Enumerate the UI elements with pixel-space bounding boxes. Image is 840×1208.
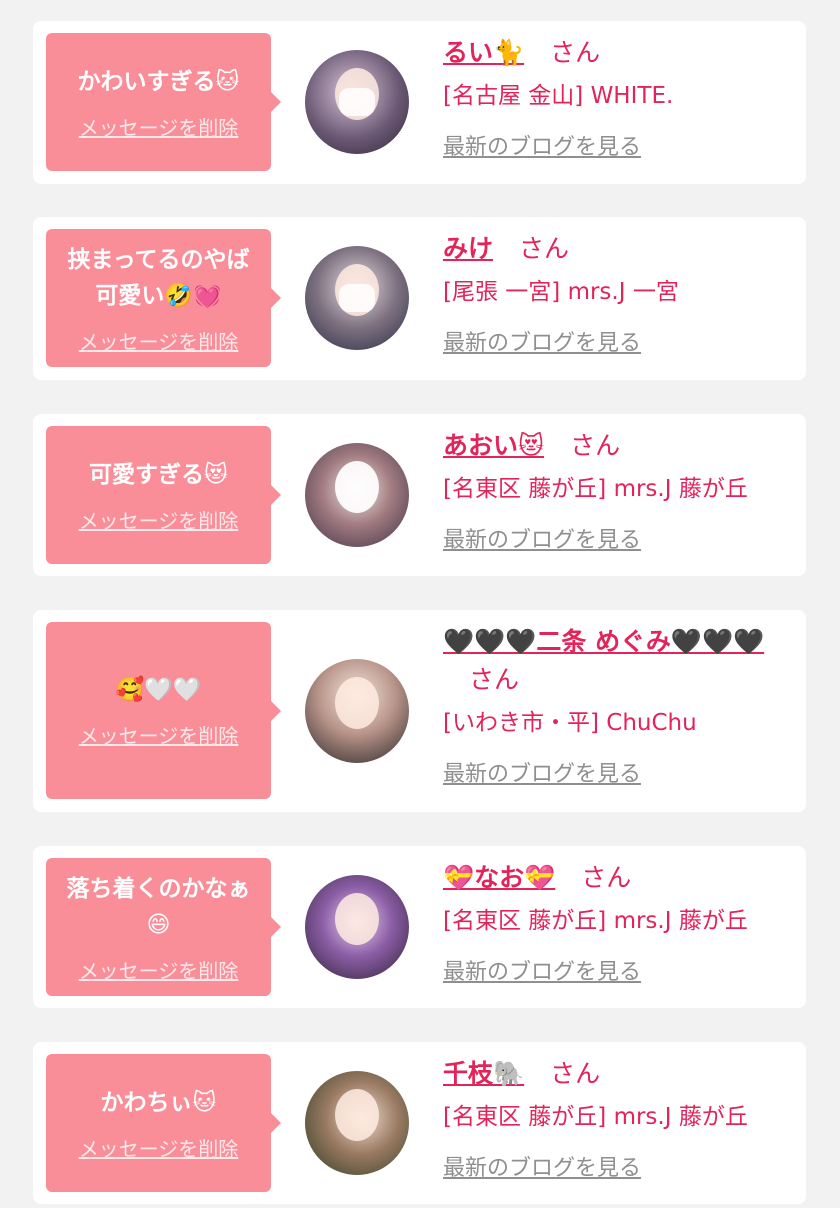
avatar[interactable] (305, 1071, 409, 1175)
cast-info: あおい😻 さん [名東区 藤が丘] mrs.J 藤が丘 最新のブログを見る (443, 427, 792, 557)
cast-name-link[interactable]: 千枝🐘 (443, 1059, 524, 1088)
avatar[interactable] (305, 875, 409, 979)
delete-message-link[interactable]: メッセージを削除 (79, 112, 239, 141)
latest-blog-link[interactable]: 最新のブログを見る (443, 525, 641, 557)
avatar[interactable] (305, 246, 409, 350)
message-bubble: 🥰🤍🤍 メッセージを削除 (46, 622, 281, 799)
cast-name-link[interactable]: 🖤🖤🖤二条 めぐみ🖤🖤🖤 (443, 627, 764, 656)
shop-label: [名東区 藤が丘] mrs.J 藤が丘 (443, 1104, 748, 1130)
cast-info: 💝なお💝 さん [名東区 藤が丘] mrs.J 藤が丘 最新のブログを見る (443, 859, 792, 989)
message-card: 🥰🤍🤍 メッセージを削除 🖤🖤🖤二条 めぐみ🖤🖤🖤 さん [いわき市・平] Chu… (33, 610, 806, 812)
shop-label: [名東区 藤が丘] mrs.J 藤が丘 (443, 908, 748, 934)
latest-blog-link[interactable]: 最新のブログを見る (443, 1153, 641, 1185)
message-bubble: かわいすぎる🐱 メッセージを削除 (46, 33, 281, 171)
shop-label: [いわき市・平] ChuChu (443, 710, 697, 736)
honorific: さん (469, 665, 520, 694)
message-text: 🥰🤍🤍 (115, 677, 202, 703)
honorific: さん (570, 431, 621, 460)
cast-info: みけ さん [尾張 一宮] mrs.J 一宮 最新のブログを見る (443, 230, 792, 360)
message-card: 落ち着くのかなぁ 😄 メッセージを削除 💝なお💝 さん [名東区 藤が丘] mrs… (33, 846, 806, 1008)
latest-blog-link[interactable]: 最新のブログを見る (443, 957, 641, 989)
shop-label: [尾張 一宮] mrs.J 一宮 (443, 279, 679, 305)
avatar[interactable] (305, 50, 409, 154)
cast-name-link[interactable]: みけ (443, 234, 493, 263)
latest-blog-link[interactable]: 最新のブログを見る (443, 132, 641, 164)
message-text: 落ち着くのかなぁ 😄 (66, 875, 251, 938)
cast-name-link[interactable]: るい🐈 (443, 38, 524, 67)
message-bubble: 可愛すぎる😻 メッセージを削除 (46, 426, 281, 564)
cast-info: 千枝🐘 さん [名東区 藤が丘] mrs.J 藤が丘 最新のブログを見る (443, 1055, 792, 1185)
honorific: さん (550, 1059, 601, 1088)
avatar[interactable] (305, 659, 409, 763)
latest-blog-link[interactable]: 最新のブログを見る (443, 328, 641, 360)
message-text: かわいすぎる🐱 (77, 68, 240, 95)
avatar[interactable] (305, 443, 409, 547)
delete-message-link[interactable]: メッセージを削除 (79, 955, 239, 984)
cast-name-link[interactable]: 💝なお💝 (443, 863, 555, 892)
cast-name-link[interactable]: あおい😻 (443, 431, 544, 460)
delete-message-link[interactable]: メッセージを削除 (79, 720, 239, 749)
cast-info: るい🐈 さん [名古屋 金山] WHITE. 最新のブログを見る (443, 34, 792, 164)
cast-info: 🖤🖤🖤二条 めぐみ🖤🖤🖤 さん [いわき市・平] ChuChu 最新のブログを見る (443, 623, 792, 791)
message-bubble: 落ち着くのかなぁ 😄 メッセージを削除 (46, 858, 281, 996)
message-card: かわちぃ🐱 メッセージを削除 千枝🐘 さん [名東区 藤が丘] mrs.J 藤が丘… (33, 1042, 806, 1204)
message-text: 挟まってるのやば 可愛い🤣💓 (67, 246, 250, 309)
message-text: かわちぃ🐱 (100, 1089, 217, 1116)
shop-label: [名東区 藤が丘] mrs.J 藤が丘 (443, 476, 748, 502)
delete-message-link[interactable]: メッセージを削除 (79, 1133, 239, 1162)
delete-message-link[interactable]: メッセージを削除 (79, 505, 239, 534)
message-bubble: 挟まってるのやば 可愛い🤣💓 メッセージを削除 (46, 229, 281, 367)
shop-label: [名古屋 金山] WHITE. (443, 83, 674, 109)
message-card: かわいすぎる🐱 メッセージを削除 るい🐈 さん [名古屋 金山] WHITE. 最… (33, 21, 806, 184)
delete-message-link[interactable]: メッセージを削除 (79, 326, 239, 355)
message-text: 可愛すぎる😻 (89, 461, 228, 488)
message-card: 可愛すぎる😻 メッセージを削除 あおい😻 さん [名東区 藤が丘] mrs.J 藤… (33, 414, 806, 576)
message-bubble: かわちぃ🐱 メッセージを削除 (46, 1054, 281, 1192)
honorific: さん (581, 863, 632, 892)
honorific: さん (550, 38, 601, 67)
honorific: さん (519, 234, 570, 263)
latest-blog-link[interactable]: 最新のブログを見る (443, 759, 641, 791)
message-card: 挟まってるのやば 可愛い🤣💓 メッセージを削除 みけ さん [尾張 一宮] mrs… (33, 217, 806, 380)
